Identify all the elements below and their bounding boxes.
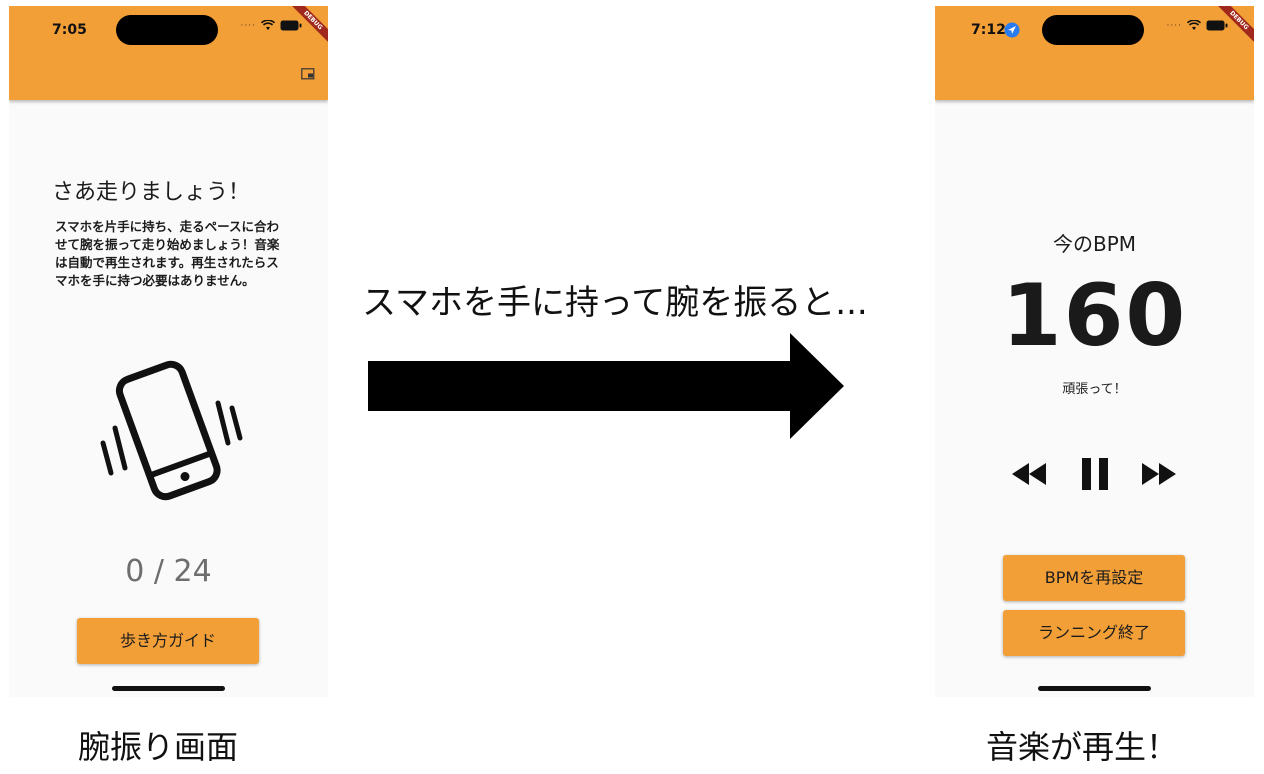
status-icons: ···· xyxy=(1167,20,1228,31)
picture-in-picture-icon[interactable] xyxy=(301,68,315,80)
app-bar: 7:12 ···· DEBUG xyxy=(935,6,1254,100)
end-running-button[interactable]: ランニング終了 xyxy=(1003,610,1185,656)
rewind-icon[interactable] xyxy=(1012,463,1046,485)
battery-icon xyxy=(280,20,302,31)
status-time: 7:12 xyxy=(971,22,1006,38)
dynamic-island xyxy=(1042,15,1144,45)
right-arrow-icon xyxy=(368,333,844,439)
left-phone-screen: 7:05 ···· DEBUG さあ走りましょう！ スマホを片手に持ち、走るペー… xyxy=(9,6,328,697)
reset-bpm-button[interactable]: BPMを再設定 xyxy=(1003,555,1185,601)
phone-shake-icon xyxy=(100,360,243,501)
bpm-label: 今のBPM xyxy=(1052,232,1137,256)
wifi-icon xyxy=(261,20,275,30)
wifi-icon xyxy=(1187,20,1201,30)
transition-text: スマホを手に持って腕を振ると... xyxy=(362,283,868,323)
cheer-text: 頑張って！ xyxy=(1062,382,1127,397)
right-caption: 音楽が再生！ xyxy=(986,728,1179,766)
location-icon xyxy=(1004,22,1020,38)
bpm-value: 160 xyxy=(1001,266,1188,366)
instruction-text: スマホを片手に持ち、走るペースに合わせて腕を振って走り始めましょう！音楽は自動で… xyxy=(55,219,280,288)
home-indicator[interactable] xyxy=(112,686,225,691)
playback-controls xyxy=(1010,456,1180,492)
fast-forward-icon[interactable] xyxy=(1142,463,1176,485)
walking-guide-button[interactable]: 歩き方ガイド xyxy=(77,618,259,664)
signal-icon: ···· xyxy=(1166,20,1182,31)
left-caption: 腕振り画面 xyxy=(78,728,239,766)
battery-icon xyxy=(1206,20,1228,31)
status-icons: ···· xyxy=(241,20,302,31)
dynamic-island xyxy=(116,15,218,45)
swing-counter: 0 / 24 xyxy=(125,554,212,589)
home-indicator[interactable] xyxy=(1038,686,1151,691)
right-phone-screen: 7:12 ···· DEBUG 今のBPM 160 頑張って！ BPMを再設定 … xyxy=(935,6,1254,697)
signal-icon: ···· xyxy=(240,20,256,31)
page-title: さあ走りましょう！ xyxy=(52,180,251,205)
status-time: 7:05 xyxy=(52,22,87,38)
pause-icon[interactable] xyxy=(1080,456,1110,492)
app-bar: 7:05 ···· DEBUG xyxy=(9,6,328,100)
